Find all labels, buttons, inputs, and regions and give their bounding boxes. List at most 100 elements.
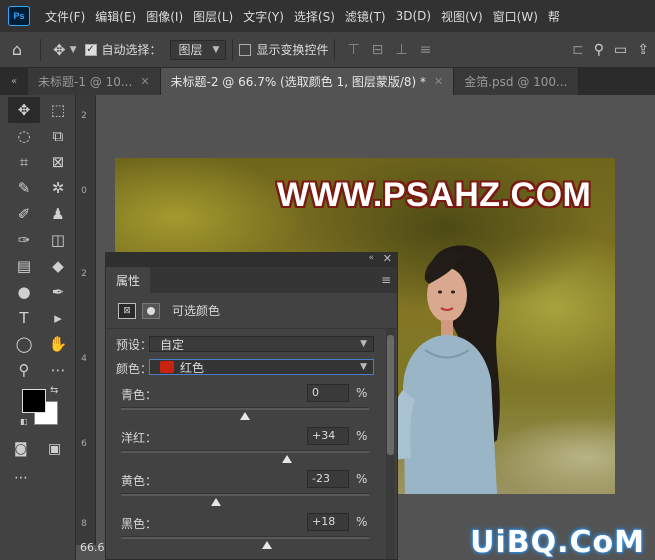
- type-icon[interactable]: T: [8, 305, 40, 331]
- tab-untitled-1[interactable]: 未标题-1 @ 10... ✕: [28, 68, 161, 95]
- frame-icon[interactable]: ⊠: [42, 149, 74, 175]
- close-icon[interactable]: ✕: [140, 75, 149, 88]
- home-icon[interactable]: ⌂: [0, 40, 34, 59]
- close-icon[interactable]: ✕: [383, 252, 392, 265]
- more-icon[interactable]: ⋯: [42, 357, 74, 383]
- menu-layer[interactable]: 图层(L): [188, 8, 238, 25]
- magenta-value-input[interactable]: +34: [307, 427, 349, 445]
- magenta-slider-track[interactable]: [121, 450, 369, 453]
- tab-untitled-2[interactable]: 未标题-2 @ 66.7% (选取颜色 1, 图层蒙版/8) * ✕: [160, 68, 455, 95]
- dodge-icon[interactable]: ●: [8, 279, 40, 305]
- quick-mask-icon[interactable]: ◙: [14, 441, 28, 457]
- percent-unit: %: [356, 429, 368, 443]
- eyedropper-icon[interactable]: ✎: [8, 175, 40, 201]
- brush-icon[interactable]: ✐: [8, 201, 40, 227]
- tools-panel: ✥ ⬚ ◌ ⧉ ⌗ ⊠ ✎ ✲ ✐ ♟ ✑ ◫ ▤ ◆ ● ✒ T ▸ ◯ ✋ ⚲ ⋯ ⇆ ◧ ◙ ▣ ⋯: [0, 95, 76, 560]
- move-icon[interactable]: ✥: [8, 97, 40, 123]
- menu-view[interactable]: 视图(V): [436, 8, 488, 25]
- menu-help[interactable]: 帮: [543, 8, 565, 25]
- default-colors-icon[interactable]: ◧: [20, 417, 28, 426]
- canvas-watermark-text: WWW.PSAHZ.COM: [277, 176, 592, 214]
- menu-3d[interactable]: 3D(D): [391, 9, 436, 23]
- menu-select[interactable]: 选择(S): [289, 8, 340, 25]
- show-transform-label: 显示变换控件: [256, 43, 329, 57]
- foreground-color[interactable]: [22, 389, 46, 413]
- menu-bar: Ps 文件(F) 编辑(E) 图像(I) 图层(L) 文字(Y) 选择(S) 滤…: [0, 0, 655, 32]
- black-slider-track[interactable]: [121, 536, 369, 539]
- show-transform-checkbox[interactable]: [239, 43, 252, 56]
- lasso-icon[interactable]: ◌: [8, 123, 40, 149]
- menu-file[interactable]: 文件(F): [40, 8, 90, 25]
- ruler-number: 0: [81, 186, 87, 196]
- color-label: 颜色：: [116, 362, 153, 376]
- search-icon[interactable]: ⚲: [594, 42, 604, 58]
- align-left-icon[interactable]: ⊏: [572, 42, 584, 58]
- align-bottom-icon[interactable]: ⊥: [395, 42, 407, 58]
- collapse-panels-icon[interactable]: «: [0, 68, 28, 95]
- workspace-icon[interactable]: ▭: [614, 42, 627, 58]
- panel-menu-icon[interactable]: ≡: [381, 273, 391, 287]
- scrollbar-thumb[interactable]: [387, 335, 394, 455]
- marquee-icon[interactable]: ⬚: [42, 97, 74, 123]
- tab-label: 未标题-1 @ 10...: [38, 75, 133, 89]
- swap-colors-icon[interactable]: ⇆: [50, 385, 58, 396]
- hand-icon[interactable]: ✋: [42, 331, 74, 357]
- black-value-input[interactable]: +18: [307, 513, 349, 531]
- adjustment-header: ⊠ 可选颜色: [106, 293, 397, 329]
- layer-mask-icon[interactable]: [142, 302, 160, 319]
- collapse-icon[interactable]: «: [368, 253, 374, 263]
- tab-gold-foil[interactable]: 金箔.psd @ 100...: [454, 68, 579, 95]
- cyan-value-input[interactable]: 0: [307, 384, 349, 402]
- color-dropdown[interactable]: 红色 ▼: [149, 359, 374, 375]
- object-select-icon[interactable]: ⧉: [42, 123, 74, 149]
- tab-label: 金箔.psd @ 100...: [464, 75, 568, 89]
- tab-properties[interactable]: 属性: [106, 267, 151, 293]
- cyan-slider-track[interactable]: [121, 407, 369, 410]
- gradient-icon[interactable]: ▤: [8, 253, 40, 279]
- ruler-number: 6: [81, 439, 87, 449]
- path-select-icon[interactable]: ▸: [42, 305, 74, 331]
- ellipse-icon[interactable]: ◯: [8, 331, 40, 357]
- pen-icon[interactable]: ✒: [42, 279, 74, 305]
- align-top-icon[interactable]: ⊤: [347, 42, 359, 58]
- history-brush-icon[interactable]: ✑: [8, 227, 40, 253]
- crop-icon[interactable]: ⌗: [8, 149, 40, 175]
- distribute-icon[interactable]: ≡: [420, 42, 432, 58]
- panel-scrollbar[interactable]: [386, 329, 395, 559]
- woman-photo-figure: [391, 245, 500, 494]
- eraser-icon[interactable]: ◫: [42, 227, 74, 253]
- magenta-label: 洋红：: [121, 431, 158, 445]
- cyan-slider-thumb[interactable]: [240, 412, 250, 420]
- preset-dropdown[interactable]: 自定 ▼: [149, 336, 374, 352]
- chevron-down-icon[interactable]: ▼: [70, 45, 77, 55]
- move-tool-icon[interactable]: ✥: [53, 41, 66, 59]
- percent-unit: %: [356, 386, 368, 400]
- zoom-icon[interactable]: ⚲: [8, 357, 40, 383]
- properties-tab-bar: 属性 ≡: [106, 267, 397, 293]
- ruler-number: 2: [81, 111, 87, 121]
- magenta-slider-thumb[interactable]: [282, 455, 293, 463]
- menu-edit[interactable]: 编辑(E): [90, 8, 141, 25]
- share-icon[interactable]: ⇪: [637, 42, 649, 58]
- stamp-icon[interactable]: ♟: [42, 201, 74, 227]
- align-vcenter-icon[interactable]: ⊟: [372, 42, 384, 58]
- photoshop-logo-icon: Ps: [8, 6, 30, 26]
- close-icon[interactable]: ✕: [434, 75, 443, 88]
- blur-icon[interactable]: ◆: [42, 253, 74, 279]
- zoom-level[interactable]: 66.6: [80, 541, 105, 554]
- preset-label: 预设：: [116, 338, 153, 352]
- yellow-slider-thumb[interactable]: [211, 498, 222, 506]
- menu-filter[interactable]: 滤镜(T): [340, 8, 391, 25]
- auto-select-checkbox[interactable]: ✓: [84, 43, 97, 56]
- menu-image[interactable]: 图像(I): [141, 8, 188, 25]
- screen-mode-icon[interactable]: ▣: [48, 441, 61, 457]
- black-slider-thumb[interactable]: [262, 541, 273, 549]
- menu-type[interactable]: 文字(Y): [238, 8, 289, 25]
- selective-color-adjustment-icon[interactable]: ⊠: [118, 302, 136, 319]
- yellow-slider-track[interactable]: [121, 493, 369, 496]
- yellow-value-input[interactable]: -23: [307, 470, 349, 488]
- edit-toolbar-icon[interactable]: ⋯: [14, 470, 28, 486]
- auto-select-target-dropdown[interactable]: 图层 ▼: [169, 39, 227, 60]
- patch-icon[interactable]: ✲: [42, 175, 74, 201]
- menu-window[interactable]: 窗口(W): [488, 8, 543, 25]
